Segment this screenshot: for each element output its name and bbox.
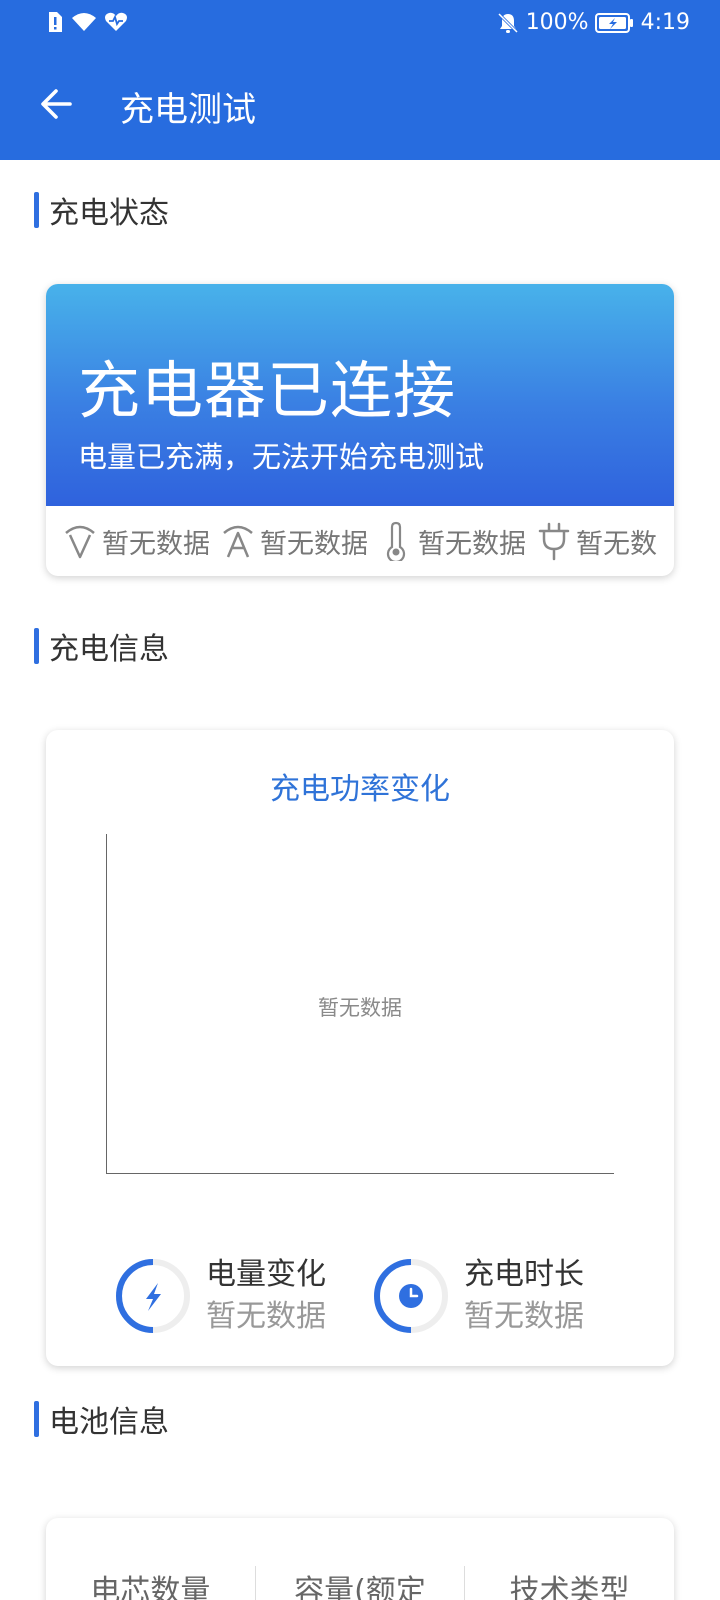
section-accent-bar (34, 192, 39, 228)
power-chart: 暂无数据 (106, 834, 614, 1174)
current-stat: 暂无数据 (220, 521, 378, 561)
section-title-text: 充电状态 (49, 196, 169, 231)
back-arrow-icon[interactable] (36, 84, 76, 124)
temperature-value: 暂无数据 (418, 528, 526, 560)
clock-time: 4:19 (640, 10, 690, 35)
section-title-text: 充电信息 (49, 632, 169, 667)
app-bar: 充电测试 (0, 50, 720, 160)
status-icons-right: 100% 4:19 (496, 10, 690, 35)
voltage-value: 暂无数据 (102, 528, 210, 560)
section-charging-status: 充电状态 (34, 191, 169, 231)
temperature-stat: 暂无数据 (378, 521, 536, 561)
sim-alert-icon (49, 12, 62, 32)
capacity-label: 容量(额定 (294, 1574, 426, 1600)
chart-x-axis (106, 1173, 614, 1174)
battery-percent: 100% (525, 10, 589, 35)
section-battery-info: 电池信息 (34, 1400, 169, 1440)
page-title: 充电测试 (120, 90, 256, 130)
current-value: 暂无数据 (260, 528, 368, 560)
battery-change-metric: 电量变化 暂无数据 (114, 1254, 326, 1338)
power-stat: 暂无数 (536, 521, 674, 561)
chart-title: 充电功率变化 (270, 772, 450, 807)
heart-rate-icon (105, 12, 127, 32)
clock-icon (374, 1259, 448, 1333)
status-icons-left (46, 10, 128, 34)
section-title-text: 电池信息 (49, 1405, 169, 1440)
charging-info-card: 充电功率变化 暂无数据 电量变化 暂无数据 充电时长 暂无数据 (46, 730, 674, 1366)
thermometer-icon (386, 521, 406, 561)
voltage-stat: 暂无数据 (62, 521, 220, 561)
charger-headline: 充电器已连接 (78, 354, 457, 427)
status-bar: 100% 4:19 (0, 0, 720, 50)
charging-stats-row: 暂无数据 暂无数据 暂无数据 暂无数 (46, 506, 674, 576)
plug-icon (538, 522, 570, 561)
metric-name: 电量变化 (206, 1257, 326, 1292)
section-charging-info: 充电信息 (34, 627, 169, 667)
metric-name: 充电时长 (464, 1257, 584, 1292)
charging-status-card: 充电器已连接 电量已充满，无法开始充电测试 暂无数据 暂无数据 暂无数据 暂无数 (46, 284, 674, 576)
metric-value: 暂无数据 (206, 1299, 326, 1334)
battery-info-card: 电芯数量 容量(额定 技术类型 (46, 1518, 674, 1600)
power-value: 暂无数 (576, 528, 657, 560)
lightning-icon (116, 1259, 190, 1333)
voltage-icon (65, 525, 95, 559)
section-accent-bar (34, 1401, 39, 1437)
battery-info-columns: 电芯数量 容量(额定 技术类型 (46, 1566, 674, 1600)
cell-count-label: 电芯数量 (90, 1574, 211, 1600)
technology-label: 技术类型 (509, 1574, 630, 1600)
charging-duration-metric: 充电时长 暂无数据 (372, 1254, 584, 1338)
section-accent-bar (34, 628, 39, 664)
battery-charging-icon (594, 12, 633, 33)
charger-status-banner: 充电器已连接 电量已充满，无法开始充电测试 (46, 284, 674, 506)
current-icon (223, 525, 253, 558)
charger-message: 电量已充满，无法开始充电测试 (78, 440, 485, 474)
wifi-icon (72, 13, 96, 31)
metric-value: 暂无数据 (464, 1299, 584, 1334)
mute-bell-icon (497, 12, 518, 33)
chart-empty-text: 暂无数据 (318, 996, 402, 1020)
